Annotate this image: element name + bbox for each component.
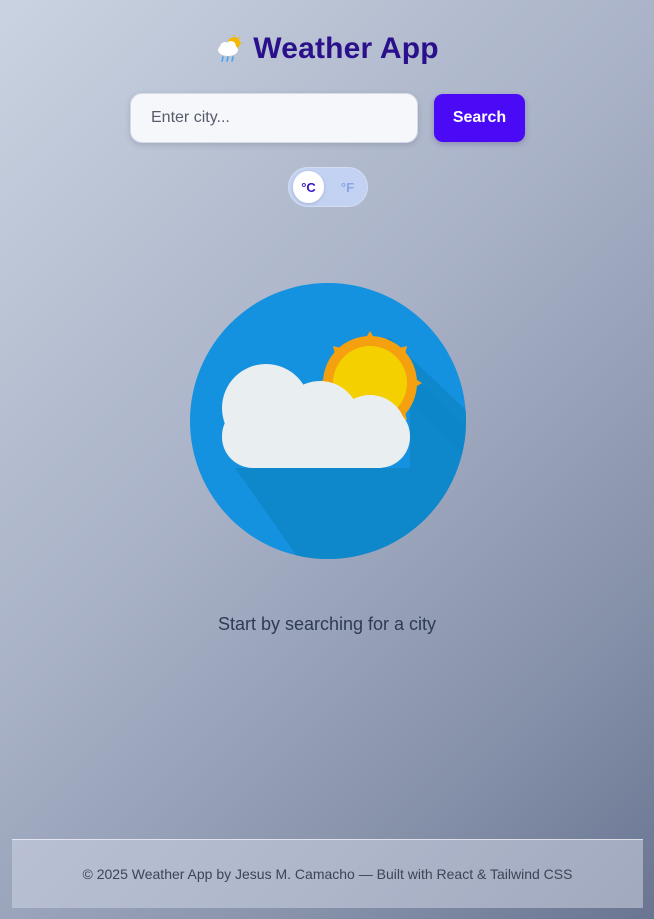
sun-and-cloud-icon bbox=[190, 283, 466, 559]
search-bar: Search bbox=[130, 93, 525, 143]
city-search-input[interactable] bbox=[130, 93, 418, 143]
unit-toggle[interactable]: °C °F bbox=[288, 167, 368, 207]
empty-state-prompt: Start by searching for a city bbox=[217, 614, 437, 634]
fahrenheit-option[interactable]: °F bbox=[332, 171, 363, 203]
sun-behind-rain-cloud-icon bbox=[215, 34, 245, 64]
app-title: Weather App bbox=[253, 32, 439, 65]
footer-text: © 2025 Weather App by Jesus M. Camacho —… bbox=[82, 866, 573, 882]
search-button[interactable]: Search bbox=[434, 94, 525, 142]
app-header: Weather App bbox=[0, 32, 654, 66]
celsius-option[interactable]: °C bbox=[293, 171, 324, 203]
footer: © 2025 Weather App by Jesus M. Camacho —… bbox=[12, 839, 643, 908]
